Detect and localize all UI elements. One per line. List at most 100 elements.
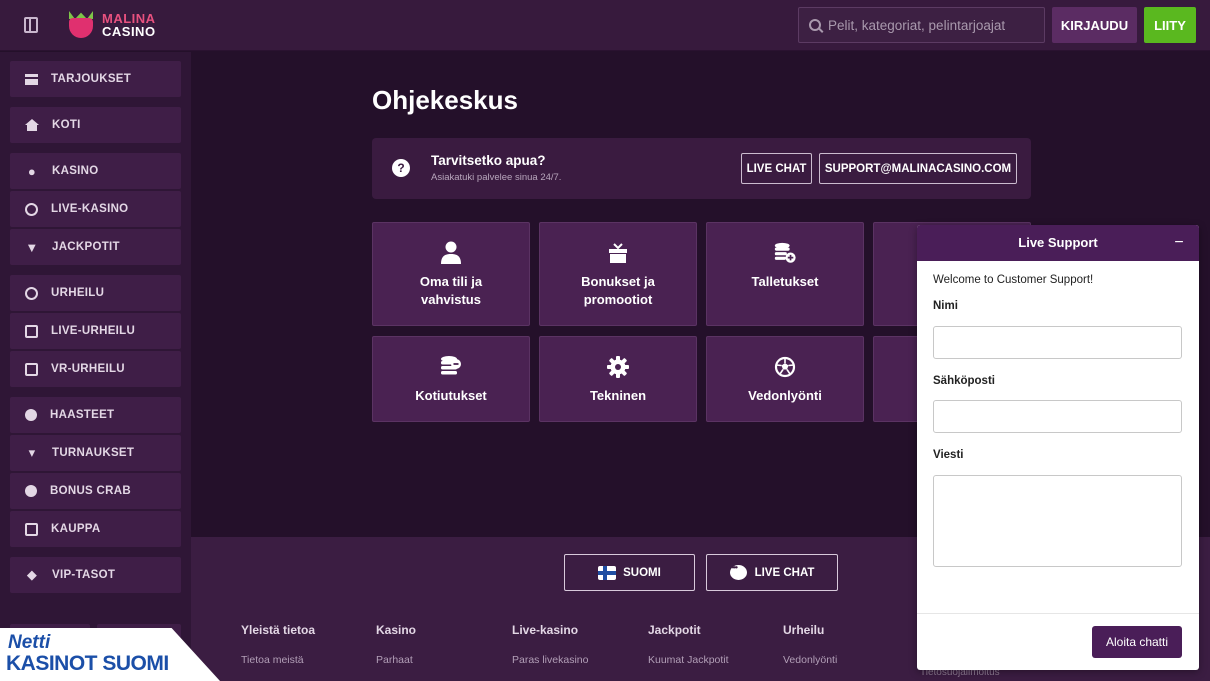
sidebar-item-turnaukset[interactable]: ▾ TURNAUKSET — [10, 435, 181, 471]
divider — [917, 613, 1199, 614]
tile-label: Talletukset — [751, 274, 819, 289]
support-email-button[interactable]: SUPPORT@MALINACASINO.COM — [819, 153, 1017, 184]
gift-icon — [606, 241, 630, 265]
tile-label: Oma tili ja vahvistus — [419, 274, 483, 307]
casino-logo[interactable]: MALINA CASINO — [66, 9, 156, 41]
sidebar-item-label: KAUPPA — [51, 523, 101, 535]
question-icon: ? — [392, 159, 410, 177]
medal-icon — [25, 409, 37, 421]
gear-icon — [606, 355, 630, 379]
raspberry-logo-icon — [66, 11, 96, 39]
message-field[interactable] — [933, 475, 1182, 567]
sidebar: TARJOUKSET KOTI ● KASINO LIVE-KASINO ▼ J… — [0, 52, 191, 681]
coins-plus-icon — [773, 241, 797, 265]
sidebar-item-label: LIVE-KASINO — [51, 203, 129, 215]
sidebar-item-label: VIP-TASOT — [52, 569, 116, 581]
footer-link[interactable]: Parhaat — [376, 654, 413, 666]
login-button[interactable]: KIRJAUDU — [1052, 7, 1137, 43]
help-tile-account[interactable]: Oma tili ja vahvistus — [372, 222, 530, 326]
live-support-title: Live Support — [1018, 235, 1098, 250]
sidebar-item-label: KOTI — [52, 119, 81, 131]
sidebar-item-live-urheilu[interactable]: LIVE-URHEILU — [10, 313, 181, 349]
footer-col-title: Jackpotit — [648, 623, 701, 637]
sidebar-item-kasino[interactable]: ● KASINO — [10, 153, 181, 189]
footer-col-title: Yleistä tietoa — [241, 623, 316, 637]
name-label: Nimi — [933, 300, 958, 312]
language-label: SUOMI — [623, 566, 661, 579]
fox-icon: ▼ — [25, 239, 39, 255]
tile-label: Kotiutukset — [415, 388, 487, 403]
message-label: Viesti — [933, 449, 964, 461]
diamond-icon: ◆ — [26, 567, 38, 582]
search-input[interactable] — [828, 17, 1044, 33]
sidebar-item-urheilu[interactable]: URHEILU — [10, 275, 181, 311]
tile-label: Tekninen — [589, 388, 647, 403]
search-icon — [809, 19, 821, 31]
sidebar-item-label: LIVE-URHEILU — [51, 325, 136, 337]
minimize-icon[interactable]: − — [1169, 233, 1189, 253]
football-icon — [773, 355, 797, 379]
sidebar-item-label: TURNAUKSET — [52, 447, 135, 459]
sidebar-item-label: HAASTEET — [50, 409, 115, 421]
live-support-panel: Live Support − Welcome to Customer Suppo… — [917, 225, 1199, 670]
vr-icon — [25, 362, 38, 376]
name-field[interactable] — [933, 326, 1182, 359]
page-title: Ohjekeskus — [372, 85, 518, 115]
sidebar-item-label: URHEILU — [51, 287, 105, 299]
watermark-text-line1: Netti — [8, 632, 51, 653]
sidebar-item-live-kasino[interactable]: LIVE-KASINO — [10, 191, 181, 227]
football-icon — [25, 286, 38, 300]
language-button[interactable]: SUOMI — [564, 554, 695, 591]
help-tile-deposits[interactable]: Talletukset — [706, 222, 864, 326]
gift-icon — [25, 73, 38, 85]
footer-link[interactable]: Kuumat Jackpotit — [648, 654, 729, 666]
help-title: Tarvitsetko apua? — [431, 153, 546, 168]
footer-col-title: Live-kasino — [512, 623, 579, 637]
cherries-icon: ● — [27, 163, 37, 179]
trophy-icon: ▾ — [28, 445, 36, 460]
footer-live-chat-button[interactable]: LIVE CHAT — [706, 554, 838, 591]
help-tile-withdrawals[interactable]: Kotiutukset — [372, 336, 530, 422]
sidebar-item-haasteet[interactable]: HAASTEET — [10, 397, 181, 433]
live-play-icon — [25, 324, 38, 338]
sidebar-item-koti[interactable]: KOTI — [10, 107, 181, 143]
help-tile-bonuses[interactable]: Bonukset ja promootiot — [539, 222, 697, 326]
sidebar-item-bonus-crab[interactable]: BONUS CRAB — [10, 473, 181, 509]
live-support-header: Live Support − — [917, 225, 1199, 261]
sidebar-item-vip-tasot[interactable]: ◆ VIP-TASOT — [10, 557, 181, 593]
sidebar-toggle-icon[interactable] — [24, 17, 38, 33]
footer-col-title: Urheilu — [783, 623, 825, 637]
sidebar-item-jackpotit[interactable]: ▼ JACKPOTIT — [10, 229, 181, 265]
shop-icon — [25, 522, 38, 536]
sidebar-item-label: VR-URHEILU — [51, 363, 125, 375]
sidebar-item-kauppa[interactable]: KAUPPA — [10, 511, 181, 547]
tile-label: Bonukset ja promootiot — [581, 274, 655, 307]
sidebar-item-label: JACKPOTIT — [52, 241, 120, 253]
home-icon — [25, 119, 39, 131]
footer-link[interactable]: Vedonlyönti — [783, 654, 837, 666]
footer-col-title: Kasino — [376, 623, 417, 637]
start-chat-button[interactable]: Aloita chatti — [1092, 626, 1182, 658]
help-banner: ? Tarvitsetko apua? Asiakatuki palvelee … — [372, 138, 1031, 199]
sidebar-item-tarjoukset[interactable]: TARJOUKSET — [10, 61, 181, 97]
email-field[interactable] — [933, 400, 1182, 433]
coins-minus-icon — [439, 355, 463, 379]
help-tile-betting[interactable]: Vedonlyönti — [706, 336, 864, 422]
footer-link[interactable]: Tietoa meistä — [241, 654, 304, 666]
welcome-text: Welcome to Customer Support! — [933, 274, 1094, 286]
help-tile-technical[interactable]: Tekninen — [539, 336, 697, 422]
email-label: Sähköposti — [933, 375, 995, 387]
footer-link[interactable]: Paras livekasino — [512, 654, 588, 666]
top-bar: MALINA CASINO KIRJAUDU LIITY — [0, 0, 1210, 51]
live-chat-button[interactable]: LIVE CHAT — [741, 153, 812, 184]
sidebar-item-label: BONUS CRAB — [50, 485, 131, 497]
search-box[interactable] — [798, 7, 1045, 43]
help-subtitle: Asiakatuki palvelee sinua 24/7. — [431, 172, 562, 183]
finland-flag-icon — [598, 565, 617, 580]
join-button[interactable]: LIITY — [1144, 7, 1196, 43]
sidebar-item-vr-urheilu[interactable]: VR-URHEILU — [10, 351, 181, 387]
sidebar-item-label: KASINO — [52, 165, 99, 177]
chip-icon — [25, 202, 38, 216]
sidebar-item-label: TARJOUKSET — [51, 73, 132, 85]
claw-icon — [25, 485, 37, 497]
